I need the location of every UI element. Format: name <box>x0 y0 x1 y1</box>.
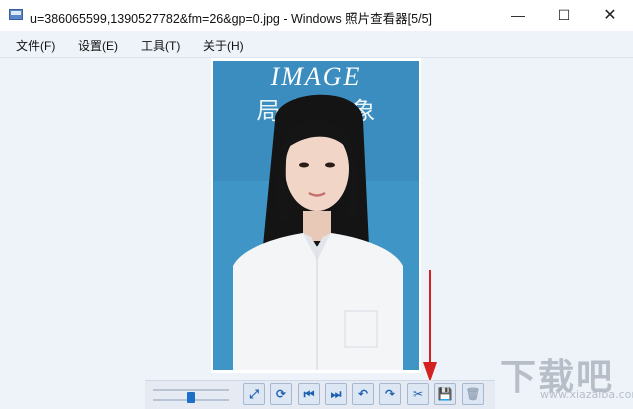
title-bar: u=386065599,1390527782&fm=26&gp=0.jpg - … <box>0 0 633 31</box>
rotate-right-icon: ↷ <box>384 387 396 401</box>
photo-viewer-app-icon <box>9 9 23 20</box>
rotate-left-button[interactable]: ↶ <box>352 383 374 405</box>
menu-tools[interactable]: 工具(T) <box>141 37 180 54</box>
delete-button[interactable]: 🗑 <box>462 383 484 405</box>
watermark-url: www.xiazaiba.com <box>540 388 633 401</box>
menu-settings[interactable]: 设置(E) <box>78 37 118 54</box>
save-button[interactable]: 💾 <box>434 383 456 405</box>
site-watermark: 下载吧 www.xiazaiba.com <box>500 348 633 406</box>
annotation-arrow <box>423 270 437 382</box>
menu-about[interactable]: 关于(H) <box>203 37 244 54</box>
minimize-button[interactable]: — <box>495 0 541 31</box>
last-image-button[interactable]: ⏭ <box>325 383 347 405</box>
delete-icon: 🗑 <box>465 387 481 401</box>
zoom-slider-thumb[interactable] <box>187 392 195 403</box>
portrait-photo: IMAGE 局 部 印 象 <box>213 61 419 370</box>
menu-file[interactable]: 文件(F) <box>16 37 55 54</box>
first-image-icon: ⏮ <box>303 386 315 401</box>
close-button[interactable]: ✕ <box>587 0 633 31</box>
fit-window-button[interactable]: ⤢ <box>243 383 265 405</box>
save-icon: 💾 <box>437 387 453 401</box>
zoom-slider-track <box>153 389 229 391</box>
viewer-toolbar: ⤢ ⟳ ⏮ ⏭ ↶ ↷ ✂ 💾 🗑 <box>145 380 495 409</box>
fit-window-icon: ⤢ <box>249 386 259 401</box>
rotate-button[interactable]: ⟳ <box>270 383 292 405</box>
maximize-button[interactable]: ☐ <box>541 0 587 31</box>
crop-icon: ✂ <box>412 387 424 401</box>
crop-button[interactable]: ✂ <box>407 383 429 405</box>
window-title: u=386065599,1390527782&fm=26&gp=0.jpg - … <box>30 12 432 26</box>
menu-bar: 文件(F) 设置(E) 工具(T) 关于(H) <box>0 31 633 58</box>
image-frame: IMAGE 局 部 印 象 <box>211 58 421 373</box>
rotate-icon: ⟳ <box>275 387 287 401</box>
rotate-right-button[interactable]: ↷ <box>379 383 401 405</box>
last-image-icon: ⏭ <box>330 386 342 401</box>
photo-headline: IMAGE <box>270 62 362 91</box>
first-image-button[interactable]: ⏮ <box>298 383 320 405</box>
rotate-left-icon: ↶ <box>357 387 369 401</box>
